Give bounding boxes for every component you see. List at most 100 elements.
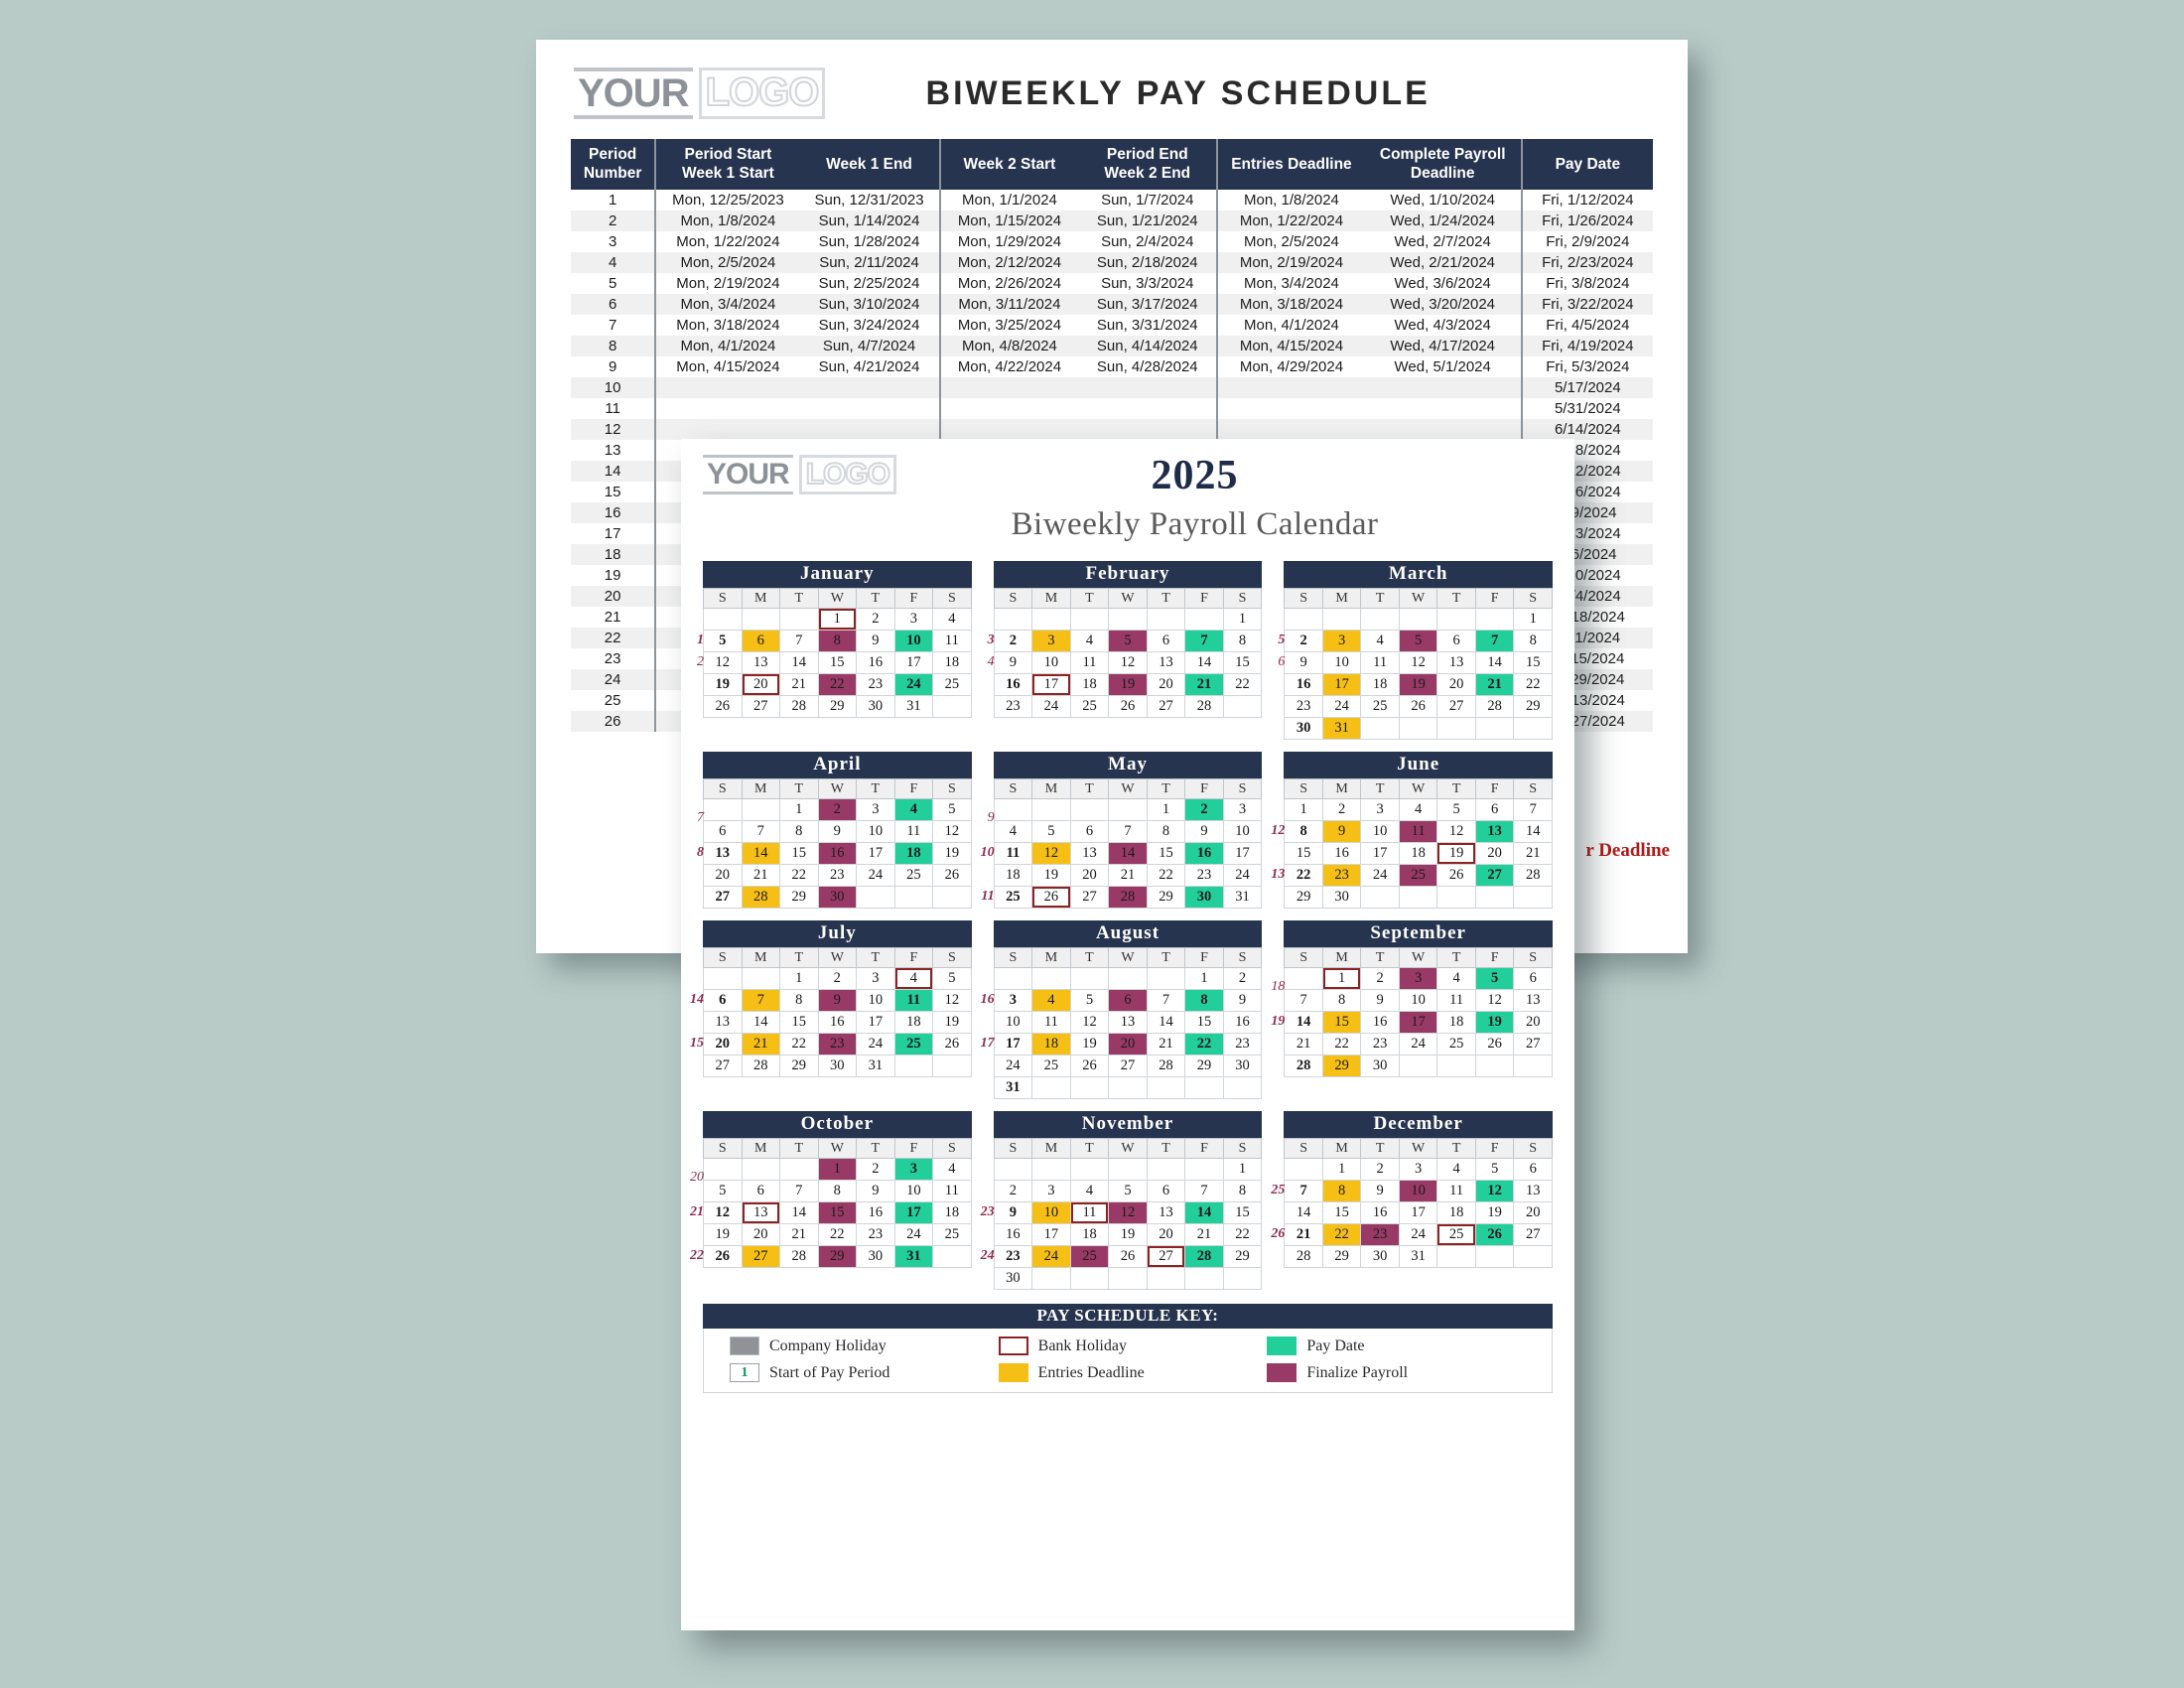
calendar-day-27: 27 [741, 1245, 781, 1268]
calendar-day-22: 22 [1222, 673, 1263, 696]
calendar-day-16: 16 [856, 1201, 895, 1224]
col-pay-date: Pay Date [1520, 139, 1653, 190]
col-period-start: Period Start Week 1 Start [654, 139, 800, 190]
calendar-week-row: 27 28 29 30 [703, 886, 972, 909]
table-cell: Mon, 2/12/2024 [938, 251, 1079, 273]
calendar-day-3: 3 [1222, 798, 1263, 821]
calendar-day-21: 21 [1284, 1033, 1323, 1055]
calendar-day-29: 29 [817, 695, 858, 718]
calendar-day-24: 24 [1321, 695, 1362, 718]
calendar-day-8: 8 [779, 820, 819, 843]
table-row: 12 6/14/2024 [571, 418, 1653, 440]
weekday-header: T [1146, 588, 1186, 609]
calendar-week-row: 1234 [703, 608, 972, 631]
weekday-header: S [932, 1138, 972, 1159]
calendar-day-18: 18 [1360, 673, 1400, 696]
calendar-day-24: 24 [1360, 864, 1400, 887]
calendar-week-row: 20 15 21 22 23 24 25 26 [690, 1033, 972, 1055]
table-cell: Mon, 4/22/2024 [938, 355, 1079, 377]
table-cell: Mon, 4/8/2024 [938, 335, 1079, 356]
calendar-day-empty [932, 1055, 972, 1077]
calendar-day-19: 19 [1108, 1223, 1148, 1246]
calendar-day-1: 1 [817, 608, 858, 631]
calendar-day-4: 4 [1069, 1180, 1110, 1202]
weekday-header: M [741, 1138, 781, 1159]
calendar-day-9: 9 [856, 630, 895, 652]
weekday-header: F [1474, 778, 1515, 799]
calendar-day-1: 1 [1146, 798, 1186, 821]
calendar-day-9: 9 [856, 1180, 895, 1202]
calendar-week-row: 21 26 22 23 24 25 26 27 [1271, 1223, 1553, 1246]
pay-period-number: 13 [1271, 867, 1286, 882]
calendar-day-10: 10 [1031, 651, 1071, 674]
calendar-day-11: 11 [932, 630, 972, 652]
calendar-day-empty [1222, 1267, 1263, 1290]
calendar-day-6: 6 [1474, 798, 1515, 821]
calendar-day-4: 4 [1398, 798, 1438, 821]
weekday-header: W [817, 778, 858, 799]
pay-period-number: 10 [980, 845, 995, 860]
calendar-day-23: 23 [817, 864, 858, 887]
calendar-day-empty [993, 608, 1033, 631]
calendar-day-empty [932, 695, 972, 718]
table-cell: Wed, 3/6/2024 [1394, 274, 1491, 292]
calendar-day-5: 5 [1436, 798, 1476, 821]
calendar-day-27: 27 [1069, 886, 1110, 909]
weekday-header-row: SMTWTFS [1284, 1138, 1553, 1159]
calendar-day-empty [1284, 608, 1323, 631]
calendar-day-empty [1031, 608, 1071, 631]
table-cell: 10 [604, 378, 621, 396]
calendar-day-12: 12 [1474, 989, 1515, 1012]
calendar-day-14: 14 [741, 1011, 781, 1034]
key-swatch-bank-icon [998, 1336, 1028, 1355]
table-cell [1365, 398, 1522, 419]
calendar-day-23: 23 [1360, 1033, 1400, 1055]
calendar-day-1: 1 [1284, 798, 1323, 821]
weekday-header: M [741, 588, 781, 609]
calendar-day-empty [1031, 967, 1071, 990]
calendar-day-5: 5 [703, 1180, 743, 1202]
table-row: 1 Mon, 12/25/2023 Sun, 12/31/2023 Mon, 1/1/… [571, 189, 1653, 211]
calendar-day-14: 14 19 [1271, 1011, 1323, 1034]
calendar-week-row: 4 5 6 7 8 9 10 [993, 820, 1263, 843]
table-cell [938, 418, 1079, 440]
calendar-day-11: 11 [1360, 651, 1400, 674]
weekday-header: S [703, 588, 743, 609]
calendar-week-row: 5 6 7 8 9 10 11 [703, 1180, 972, 1202]
calendar-day-14: 14 [1146, 1011, 1186, 1034]
table-cell [1216, 376, 1365, 398]
table-cell: Sun, 3/3/2024 [1101, 274, 1194, 292]
calendar-day-empty [1360, 717, 1400, 740]
weekday-header: S [703, 1138, 743, 1159]
calendar-day-13: 13 8 [697, 842, 743, 865]
calendar-day-1: 1 [1222, 1158, 1263, 1181]
weekday-header: T [1360, 947, 1400, 968]
table-cell: 13 [604, 441, 621, 459]
calendar-day-28: 28 [1284, 1245, 1323, 1268]
calendar-day-31: 31 [856, 1055, 895, 1077]
calendar-day-11: 11 [1398, 820, 1438, 843]
calendar-day-22: 22 [779, 1033, 819, 1055]
calendar-day-28: 28 [1184, 695, 1224, 718]
calendar-day-8: 8 [1222, 1180, 1263, 1202]
weekday-header: M [1321, 1138, 1362, 1159]
calendar-day-22: 22 [1222, 1223, 1263, 1246]
calendar-day-empty [741, 608, 781, 631]
calendar-week-row: 30 31 [1284, 717, 1553, 740]
calendar-day-4: 4 [893, 967, 934, 990]
calendar-week-row: 9 23 10 11 12 13 14 15 [981, 1201, 1263, 1224]
table-cell: Sun, 4/28/2024 [1096, 357, 1198, 375]
month-name: February [993, 561, 1263, 588]
calendar-day-17: 17 [856, 1011, 895, 1034]
weekday-header: T [1436, 1138, 1476, 1159]
calendar-day-13: 13 [1513, 1180, 1553, 1202]
table-cell: Sun, 3/24/2024 [818, 316, 920, 334]
pay-period-number: 21 [690, 1204, 704, 1219]
calendar-day-11: 11 [893, 989, 934, 1012]
calendar-day-23: 23 [1321, 864, 1362, 887]
calendar-day-empty [1513, 1055, 1553, 1077]
calendar-day-21: 21 [1474, 673, 1515, 696]
calendar-day-28: 28 [1513, 864, 1553, 887]
weekday-header: S [932, 588, 972, 609]
calendar-week-row: 22 13 23 24 25 26 27 28 [1271, 864, 1553, 887]
